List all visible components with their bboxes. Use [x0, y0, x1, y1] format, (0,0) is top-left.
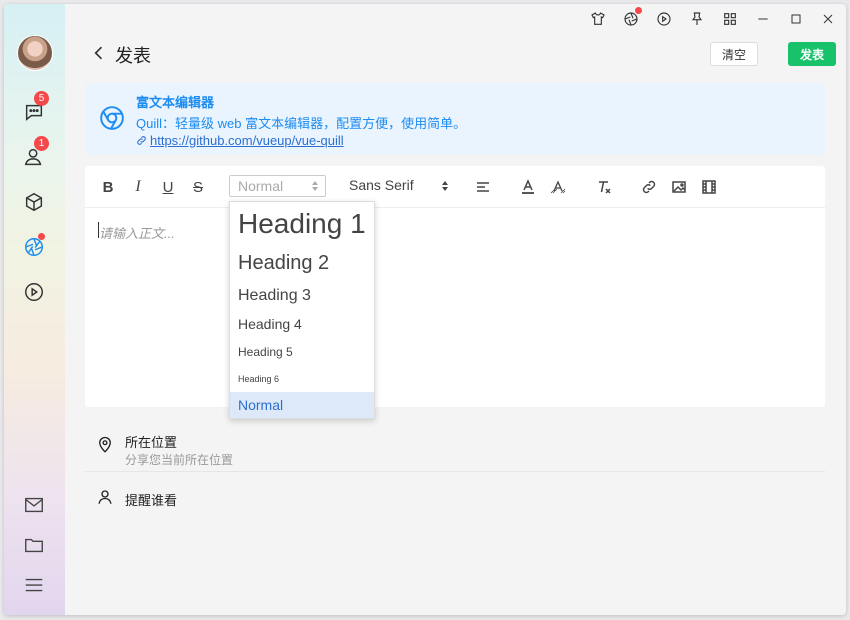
close-icon: [823, 14, 833, 24]
background-color-icon: [550, 180, 566, 194]
sidebar: 5 1: [4, 4, 65, 615]
grid-icon: [724, 13, 736, 25]
image-icon: [672, 181, 686, 193]
location-pin-icon: [99, 436, 111, 453]
minimize-button[interactable]: [754, 10, 772, 28]
moments-dot: [635, 7, 642, 14]
sidebar-item-folder[interactable]: [22, 533, 46, 557]
user-icon: [98, 490, 112, 504]
play-icon: [25, 283, 43, 301]
link-icon: [642, 180, 656, 194]
sidebar-item-aperture[interactable]: [22, 233, 46, 259]
info-banner: 富文本编辑器 Quill：轻量级 web 富文本编辑器，配置方便，使用简单。 h…: [85, 83, 825, 155]
minimize-icon: [758, 18, 768, 20]
pin-icon: [691, 12, 703, 25]
moments-button[interactable]: [622, 7, 642, 28]
bold-button[interactable]: B: [97, 177, 119, 197]
sidebar-item-contacts[interactable]: 1: [22, 136, 49, 169]
video-button[interactable]: [698, 177, 720, 197]
align-button[interactable]: [472, 177, 494, 197]
clear-format-button[interactable]: [593, 177, 615, 197]
chrome-icon: [100, 106, 124, 130]
remind-title: 提醒谁看: [125, 493, 178, 508]
menu-icon: [25, 578, 43, 592]
video-button[interactable]: [655, 10, 673, 28]
info-description: Quill：轻量级 web 富文本编辑器，配置方便，使用简单。: [136, 116, 467, 131]
sidebar-item-cube[interactable]: [22, 190, 46, 214]
skin-button[interactable]: [589, 10, 607, 28]
info-link[interactable]: https://github.com/vueup/vue-quill: [136, 133, 344, 148]
clear-format-icon: [599, 181, 611, 194]
text-color-icon: [522, 179, 534, 194]
play-circle-icon: [657, 12, 671, 26]
pin-button[interactable]: [688, 10, 706, 28]
option-heading-5[interactable]: Heading 5: [238, 345, 293, 359]
link-icon: [137, 136, 146, 145]
aperture-dot: [38, 233, 45, 240]
page-title: 发表: [115, 46, 151, 66]
sidebar-item-chat[interactable]: 5: [22, 91, 49, 124]
sidebar-item-menu[interactable]: [22, 573, 46, 597]
shirt-icon: [591, 12, 605, 25]
title-bar: [65, 4, 846, 34]
option-normal[interactable]: Normal: [230, 392, 374, 418]
contacts-badge: 1: [34, 136, 49, 151]
clear-button[interactable]: 清空: [710, 42, 758, 66]
font-select-value: Sans Serif: [349, 177, 414, 193]
info-link-text: https://github.com/vueup/vue-quill: [150, 133, 344, 148]
header-dropdown: Heading 1 Heading 2 Heading 3 Heading 4 …: [229, 201, 375, 419]
select-arrows-icon: [442, 181, 448, 191]
editor-toolbar: B I U S Normal Sans Serif: [85, 166, 825, 208]
maximize-icon: [791, 14, 801, 24]
publish-button[interactable]: 发表: [788, 42, 836, 66]
app-window: 5 1 发表 清空 发表 富文本编辑器 Quill：轻量级 web 富文本编辑器…: [4, 4, 846, 615]
folder-icon: [25, 538, 43, 553]
italic-button[interactable]: I: [127, 177, 149, 197]
option-heading-4[interactable]: Heading 4: [238, 316, 302, 332]
option-heading-3[interactable]: Heading 3: [238, 287, 311, 305]
select-arrows-icon: [312, 181, 318, 191]
rich-text-editor: B I U S Normal Sans Serif 请输入正文...: [85, 166, 825, 407]
editor-placeholder[interactable]: 请输入正文...: [99, 223, 175, 242]
page-header: 发表 清空 发表: [65, 34, 846, 80]
chat-badge: 5: [34, 91, 49, 106]
header-select-value: Normal: [238, 178, 284, 194]
sidebar-item-mail[interactable]: [22, 493, 46, 517]
option-heading-6[interactable]: Heading 6: [238, 374, 279, 384]
film-icon: [702, 180, 716, 194]
info-title: 富文本编辑器: [136, 95, 215, 110]
location-title: 所在位置: [125, 435, 178, 450]
strike-button[interactable]: S: [187, 177, 209, 197]
back-icon[interactable]: [89, 43, 109, 63]
grid-button[interactable]: [721, 10, 739, 28]
sidebar-item-play[interactable]: [22, 280, 46, 304]
underline-button[interactable]: U: [157, 177, 179, 197]
align-left-icon: [477, 182, 489, 192]
background-color-button[interactable]: [547, 177, 569, 197]
avatar[interactable]: [17, 35, 53, 71]
text-color-button[interactable]: [517, 177, 539, 197]
remind-row[interactable]: 提醒谁看: [85, 480, 825, 516]
link-button[interactable]: [638, 177, 660, 197]
option-heading-2[interactable]: Heading 2: [238, 252, 329, 275]
maximize-button[interactable]: [787, 10, 805, 28]
cube-icon: [25, 192, 43, 212]
font-select[interactable]: Sans Serif: [349, 177, 449, 193]
mail-icon: [25, 497, 43, 513]
location-subtitle: 分享您当前所在位置: [125, 453, 234, 467]
close-button[interactable]: [819, 10, 837, 28]
option-heading-1[interactable]: Heading 1: [238, 208, 366, 240]
image-button[interactable]: [668, 177, 690, 197]
header-select[interactable]: Normal: [229, 175, 326, 197]
location-row[interactable]: 所在位置 分享您当前所在位置: [85, 422, 825, 472]
